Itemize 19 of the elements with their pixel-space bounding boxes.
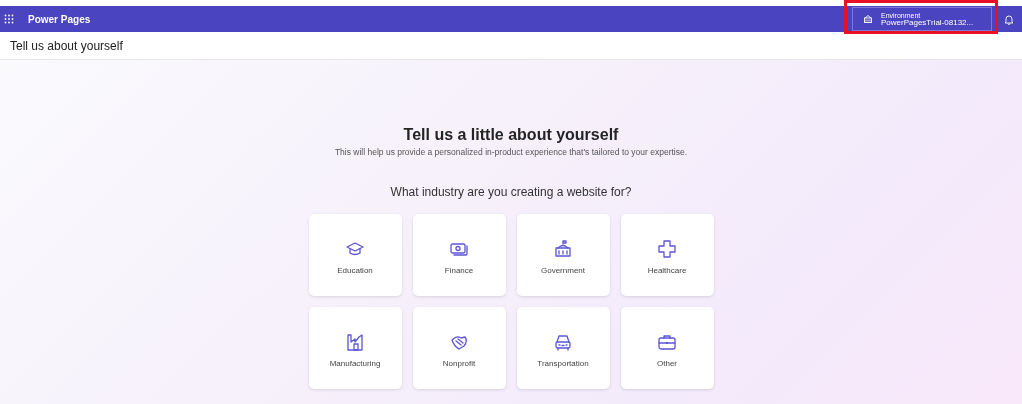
app-title: Power Pages <box>28 12 91 27</box>
medical-cross-icon <box>657 238 677 259</box>
industry-card[interactable]: Manufacturing <box>308 306 402 389</box>
page-title: Tell us about yourself <box>10 37 123 55</box>
industry-card[interactable]: Transportation <box>516 306 610 389</box>
industry-card[interactable]: Finance <box>412 213 506 296</box>
industry-card[interactable]: Education <box>308 213 402 296</box>
heading: Tell us a little about yourself <box>403 125 619 145</box>
subtitle: This will help us provide a personalized in-product experience that's tailored to your expertise. <box>334 146 688 159</box>
industry-card[interactable]: Healthcare <box>620 213 714 296</box>
industry-card[interactable]: Government <box>516 213 610 296</box>
app-launcher-icon[interactable] <box>4 14 14 24</box>
industry-card[interactable]: Other <box>620 306 714 389</box>
question: What industry are you creating a website for? <box>390 183 632 201</box>
notifications-button[interactable] <box>1004 13 1014 25</box>
government-building-icon <box>553 238 573 259</box>
factory-icon <box>345 331 365 352</box>
building-icon <box>863 14 873 24</box>
industry-card[interactable]: Nonprofit <box>412 306 506 389</box>
